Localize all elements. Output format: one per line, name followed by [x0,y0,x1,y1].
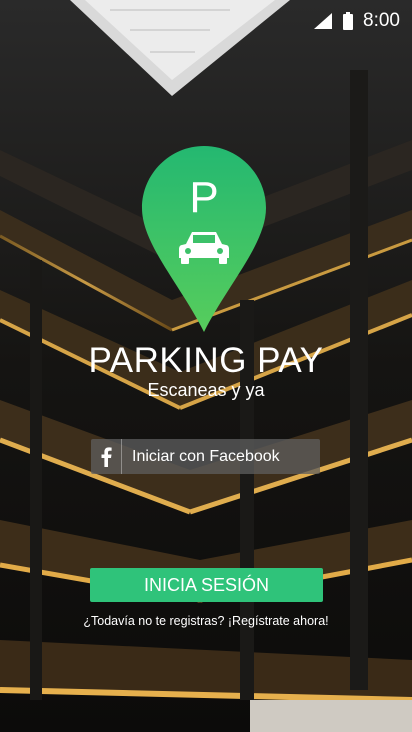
app-subtitle: Escaneas y ya [147,380,265,400]
logo-letter: P [189,173,218,222]
login-screen: 8:00 P PARKING PAY Escaneas y ya Iniciar… [0,0,412,732]
status-time: 8:00 [363,10,400,31]
facebook-login-button[interactable]: Iniciar con Facebook [91,439,320,474]
parking-pin-logo: P [142,146,266,332]
login-button[interactable]: INICIA SESIÓN [90,568,323,602]
battery-icon [343,12,353,30]
register-link[interactable]: ¿Todavía no te registras? ¡Regístrate ah… [0,614,412,628]
facebook-icon [91,439,122,474]
app-title: PARKING PAY [88,341,324,380]
facebook-login-label: Iniciar con Facebook [132,447,280,465]
login-button-label: INICIA SESIÓN [143,574,270,595]
status-bar: 8:00 [0,0,412,42]
signal-icon [314,13,332,29]
